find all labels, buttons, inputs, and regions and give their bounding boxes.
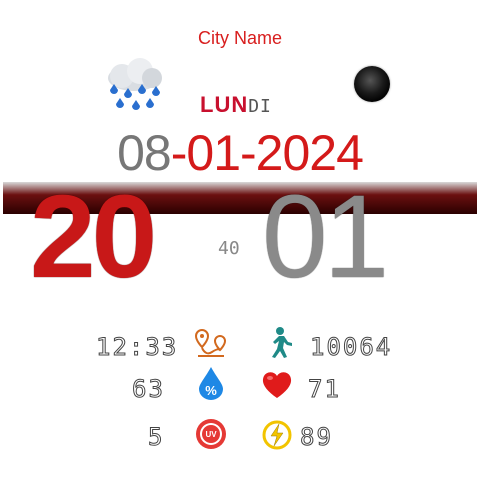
steps-count: 10064 [309,333,393,361]
svg-text:%: % [205,383,217,398]
uv-index-value: 5 [147,423,165,451]
svg-text:UV: UV [205,430,217,439]
sunset-time: 12:33 [95,333,179,361]
battery-value: 89 [300,423,333,451]
date-sep: - [170,125,188,181]
battery-icon[interactable] [260,418,294,452]
seconds-display: 40 [218,238,240,259]
route-pin-icon[interactable] [194,326,228,360]
weekday-tail: DI [248,96,272,117]
moon-phase-icon [354,66,390,102]
city-name: City Name [197,28,282,48]
heart-icon[interactable] [260,368,294,402]
heart-rate-value: 71 [308,375,341,403]
humidity-value: 63 [132,375,165,403]
hour-display: 20 [30,171,157,303]
uv-index-icon[interactable]: UV [194,417,228,451]
rain-cloud-icon [108,58,162,110]
weekday: LUNDI [200,92,272,118]
humidity-icon[interactable]: % [194,366,228,400]
minute-display: 01 [262,171,389,303]
weekday-main: LUN [200,92,249,117]
walking-icon[interactable] [262,326,296,360]
